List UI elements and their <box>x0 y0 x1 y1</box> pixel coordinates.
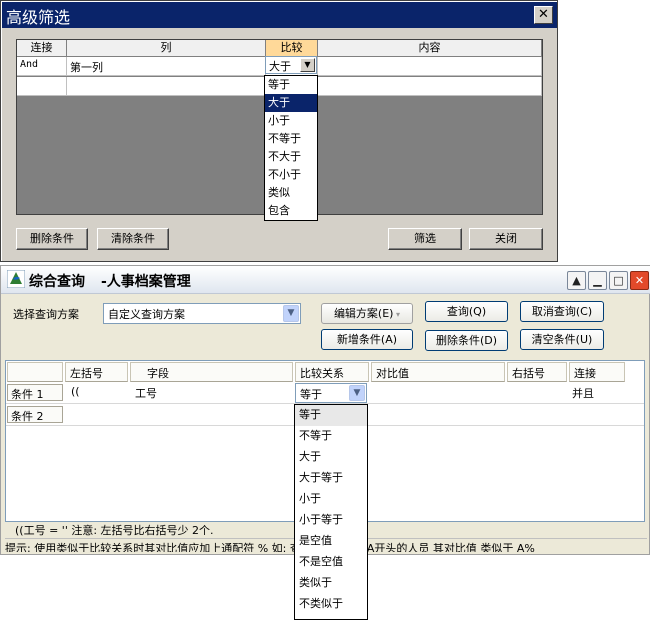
query-dialog-titlebar: 综合查询 -人事档案管理 ▲ ▁ □ ✕ <box>1 266 650 294</box>
dropdown-option[interactable]: 不等于 <box>295 426 367 447</box>
query-button[interactable]: 查询(Q) <box>425 301 508 322</box>
compare-select-value: 等于 <box>300 388 322 401</box>
filter-dialog-titlebar: 高级筛选 <box>2 2 557 28</box>
cell-connect[interactable]: 并且 <box>569 383 625 402</box>
dropdown-option[interactable]: 小于等于 <box>295 510 367 531</box>
column-header-field[interactable]: 字段 <box>130 362 293 382</box>
cell-connect[interactable]: And <box>17 57 67 76</box>
cell-right-paren[interactable] <box>507 405 567 424</box>
compare-select[interactable]: 等于 ▼ <box>295 383 367 403</box>
scheme-label: 选择查询方案 <box>13 308 79 321</box>
filter-dialog-title: 高级筛选 <box>6 8 71 27</box>
column-header-value[interactable]: 对比值 <box>371 362 505 382</box>
row-label[interactable]: 条件 1 <box>7 384 63 401</box>
dropdown-option[interactable]: 包含 <box>265 202 317 220</box>
clear-condition-button[interactable]: 清除条件 <box>97 228 169 250</box>
app-logo-icon <box>7 270 25 288</box>
cell-field[interactable] <box>132 405 292 424</box>
close-icon[interactable]: ✕ <box>534 6 553 24</box>
column-header-compare[interactable]: 比较关系 <box>295 362 369 382</box>
chevron-down-icon[interactable]: ▼ <box>349 385 365 401</box>
compare-select[interactable]: 大于 ▼ <box>265 56 317 74</box>
scheme-select-value: 自定义查询方案 <box>108 308 185 321</box>
dropdown-option[interactable]: 类似于 <box>295 573 367 594</box>
compare-dropdown-list: 等于 大于 小于 不等于 不大于 不小于 类似 包含 <box>264 75 318 221</box>
cell-content[interactable] <box>318 57 542 76</box>
dropdown-option[interactable]: 不类似于 <box>295 594 367 615</box>
dropdown-option[interactable]: 小于 <box>265 112 317 130</box>
edit-scheme-button[interactable]: 编辑方案(E) ▾ <box>321 303 413 324</box>
filter-button[interactable]: 筛选 <box>388 228 462 250</box>
cell-connect[interactable] <box>17 77 67 96</box>
compare-select-value: 大于 <box>269 60 291 73</box>
query-dialog-subtitle: -人事档案管理 <box>101 274 191 290</box>
cell-value[interactable] <box>371 405 505 424</box>
close-icon[interactable]: ✕ <box>630 271 649 290</box>
column-header-connect[interactable]: 连接 <box>569 362 625 382</box>
dropdown-option[interactable]: 小于 <box>295 489 367 510</box>
column-header-compare[interactable]: 比较 <box>266 40 318 57</box>
dropdown-option[interactable]: 类似 <box>265 184 317 202</box>
add-condition-button[interactable]: 新增条件(A) <box>321 329 413 350</box>
cell-connect[interactable] <box>569 405 625 424</box>
minimize-icon[interactable]: ▁ <box>588 271 607 290</box>
help-icon[interactable]: ▲ <box>567 271 586 290</box>
column-header-right-paren[interactable]: 右括号 <box>507 362 567 382</box>
dropdown-option[interactable]: 大于等于 <box>295 468 367 489</box>
cell-left-paren[interactable]: (( <box>68 383 128 402</box>
cell-column[interactable] <box>67 77 266 96</box>
dropdown-option[interactable]: 不大于 <box>265 148 317 166</box>
delete-condition-button[interactable]: 删除条件(D) <box>425 330 508 351</box>
chevron-down-icon[interactable]: ▼ <box>283 305 299 322</box>
dropdown-option[interactable]: 是空值 <box>295 531 367 552</box>
cell-value[interactable] <box>371 383 505 402</box>
cell-column[interactable]: 第一列 <box>67 57 266 76</box>
dropdown-option-highlighted[interactable]: 等于 <box>295 405 367 426</box>
compare-dropdown-list: 等于 不等于 大于 大于等于 小于 小于等于 是空值 不是空值 类似于 不类似于 <box>294 404 368 620</box>
chevron-down-icon[interactable]: ▼ <box>300 58 315 72</box>
row-label[interactable]: 条件 2 <box>7 406 63 423</box>
column-header-column[interactable]: 列 <box>67 40 266 57</box>
dropdown-option[interactable]: 不小于 <box>265 166 317 184</box>
close-button[interactable]: 关闭 <box>469 228 543 250</box>
edit-scheme-label: 编辑方案(E) <box>333 307 394 320</box>
dropdown-option[interactable]: 不是空值 <box>295 552 367 573</box>
maximize-icon[interactable]: □ <box>609 271 628 290</box>
column-header-content[interactable]: 内容 <box>318 40 542 57</box>
column-header-left-paren[interactable]: 左括号 <box>65 362 128 382</box>
query-dialog-title: 综合查询 <box>29 274 85 290</box>
cell-field[interactable]: 工号 <box>132 383 292 402</box>
scheme-select[interactable]: 自定义查询方案 ▼ <box>103 303 301 324</box>
dropdown-option-selected[interactable]: 大于 <box>265 94 317 112</box>
cell-content[interactable] <box>318 77 542 96</box>
delete-condition-button[interactable]: 删除条件 <box>16 228 88 250</box>
cancel-query-button[interactable]: 取消查询(C) <box>520 301 604 322</box>
clear-condition-button[interactable]: 清空条件(U) <box>520 329 604 350</box>
dropdown-option[interactable]: 大于 <box>295 447 367 468</box>
column-header-rowlabel <box>7 362 63 382</box>
column-header-connect[interactable]: 连接 <box>17 40 67 57</box>
dropdown-option[interactable]: 等于 <box>265 76 317 94</box>
dropdown-option[interactable]: 不等于 <box>265 130 317 148</box>
cell-left-paren[interactable] <box>68 405 128 424</box>
cell-right-paren[interactable] <box>507 383 567 402</box>
